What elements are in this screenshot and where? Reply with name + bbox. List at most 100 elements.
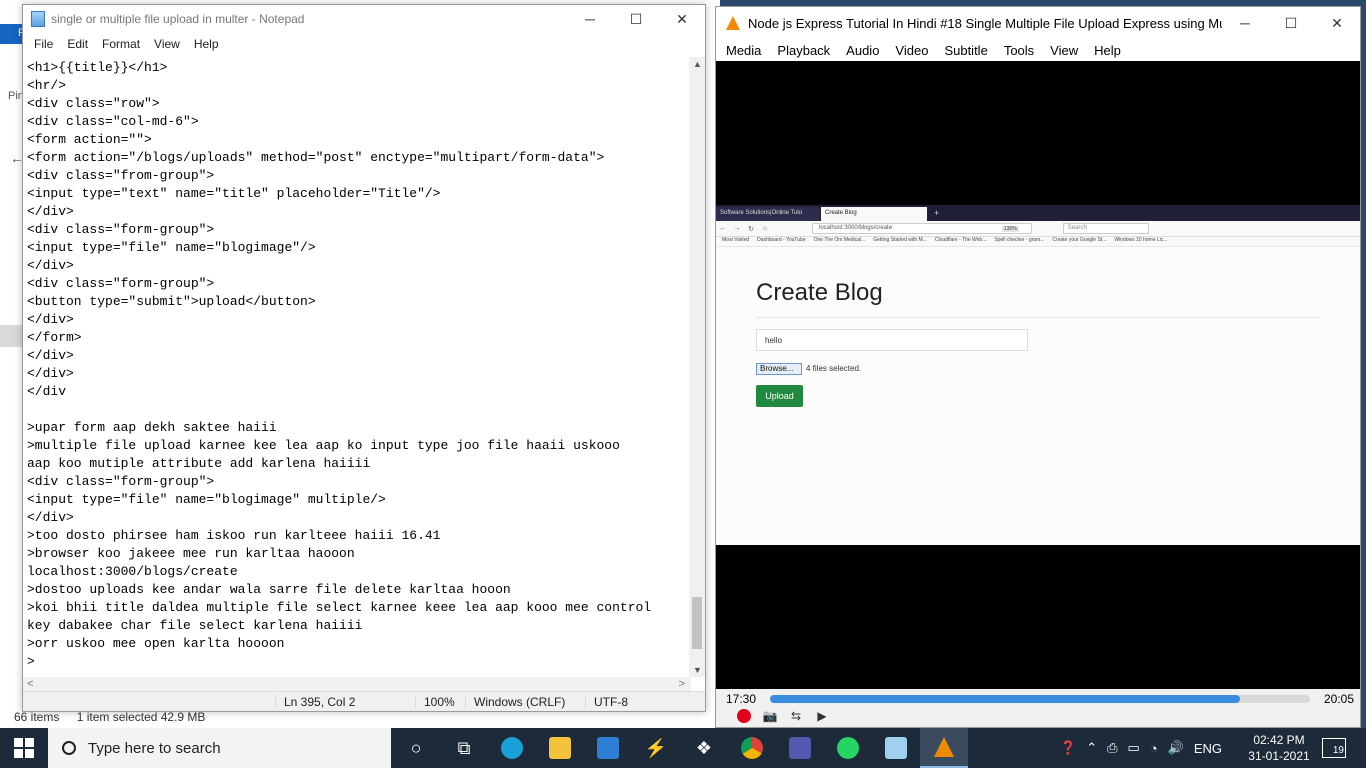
- whatsapp-icon[interactable]: [824, 728, 872, 768]
- editor-line[interactable]: [27, 401, 691, 419]
- frame-bookmark: Create your Google St...: [1052, 237, 1107, 243]
- vlc-menu-media[interactable]: Media: [718, 43, 769, 58]
- editor-line[interactable]: >multiple file upload karnee kee lea aap…: [27, 437, 691, 455]
- menu-edit[interactable]: Edit: [60, 37, 95, 51]
- editor-line[interactable]: <div class="form-group">: [27, 275, 691, 293]
- editor-line[interactable]: <input type="text" name="title" placehol…: [27, 185, 691, 203]
- editor-line[interactable]: <div class="col-md-6">: [27, 113, 691, 131]
- menu-view[interactable]: View: [147, 37, 187, 51]
- editor-line[interactable]: >koi bhii title daldea multiple file sel…: [27, 599, 691, 617]
- editor-line[interactable]: <hr/>: [27, 77, 691, 95]
- menu-help[interactable]: Help: [187, 37, 226, 51]
- scroll-down-icon[interactable]: ▼: [693, 665, 702, 675]
- video-area[interactable]: Software Solutions|Online Tuto Create Bl…: [716, 61, 1360, 689]
- maximize-button[interactable]: ☐: [613, 5, 659, 33]
- editor-line[interactable]: >upar form aap dekh saktee haiii: [27, 419, 691, 437]
- editor-line[interactable]: <input type="file" name="blogimage" mult…: [27, 491, 691, 509]
- notepad-text-area[interactable]: <h1>{{title}}</h1> <hr/> <div class="row">…: [23, 57, 691, 677]
- editor-line[interactable]: <div class="row">: [27, 95, 691, 113]
- editor-line[interactable]: >too dosto phirsee ham iskoo run karltee…: [27, 527, 691, 545]
- vertical-scrollbar[interactable]: ▲ ▼: [689, 57, 705, 677]
- vlc-maximize-button[interactable]: ☐: [1268, 9, 1314, 37]
- editor-line[interactable]: </div>: [27, 365, 691, 383]
- editor-line[interactable]: <form action="/blogs/uploads" method="po…: [27, 149, 691, 167]
- editor-line[interactable]: </form>: [27, 329, 691, 347]
- mail-icon[interactable]: [584, 728, 632, 768]
- editor-line[interactable]: <form action="">: [27, 131, 691, 149]
- scrollbar-thumb[interactable]: [692, 597, 702, 649]
- editor-line[interactable]: <div class="form-group">: [27, 221, 691, 239]
- editor-line[interactable]: <h1>{{title}}</h1>: [27, 59, 691, 77]
- search-icon: [62, 741, 76, 755]
- frame-url: localhost:3000/blogs/create: [812, 223, 1032, 234]
- taskbar-search[interactable]: Type here to search: [48, 728, 391, 768]
- heading-rule: [756, 317, 1320, 318]
- vlc-menu-view[interactable]: View: [1042, 43, 1086, 58]
- vlc-menu-help[interactable]: Help: [1086, 43, 1129, 58]
- vlc-menu-playback[interactable]: Playback: [769, 43, 838, 58]
- task-view-icon[interactable]: ⧉: [440, 728, 488, 768]
- notification-center-button[interactable]: 19: [1322, 738, 1346, 758]
- vlc-taskbar-icon[interactable]: [920, 728, 968, 768]
- start-button[interactable]: [14, 738, 34, 758]
- editor-line[interactable]: <div class="from-group">: [27, 167, 691, 185]
- vlc-menu-tools[interactable]: Tools: [996, 43, 1042, 58]
- vlc-titlebar[interactable]: Node js Express Tutorial In Hindi #18 Si…: [716, 7, 1360, 39]
- editor-line[interactable]: </div>: [27, 311, 691, 329]
- editor-line[interactable]: </div: [27, 383, 691, 401]
- editor-line[interactable]: <button type="submit">upload</button>: [27, 293, 691, 311]
- editor-line[interactable]: </div>: [27, 203, 691, 221]
- notification-count: 19: [1332, 745, 1344, 756]
- teams-icon[interactable]: [776, 728, 824, 768]
- create-blog-heading: Create Blog: [756, 279, 883, 306]
- editor-line[interactable]: </div>: [27, 509, 691, 527]
- seek-progress[interactable]: [770, 695, 1241, 703]
- editor-line[interactable]: aap koo mutiple attribute add karlena ha…: [27, 455, 691, 473]
- volume-icon[interactable]: 🔊: [1168, 740, 1184, 756]
- chrome-icon[interactable]: [728, 728, 776, 768]
- tray-chevron-icon[interactable]: ⌃: [1086, 740, 1097, 756]
- editor-line[interactable]: >browser koo jakeee mee run karltaa haoo…: [27, 545, 691, 563]
- frame-step-button[interactable]: ▶: [812, 707, 832, 725]
- scroll-left-icon[interactable]: <: [27, 678, 33, 690]
- close-button[interactable]: ✕: [659, 5, 705, 33]
- battery-icon[interactable]: ▭: [1128, 740, 1140, 756]
- edge-icon[interactable]: [488, 728, 536, 768]
- menu-format[interactable]: Format: [95, 37, 147, 51]
- zoom-level: 100%: [415, 695, 455, 709]
- loop-ab-button[interactable]: ⇆: [786, 707, 806, 725]
- scroll-right-icon[interactable]: >: [679, 678, 685, 690]
- editor-line[interactable]: >: [27, 653, 691, 671]
- vlc-menu-video[interactable]: Video: [887, 43, 936, 58]
- notepad-taskbar-icon[interactable]: [872, 728, 920, 768]
- minimize-button[interactable]: ─: [567, 5, 613, 33]
- help-icon[interactable]: ❓: [1060, 740, 1076, 756]
- vlc-minimize-button[interactable]: ─: [1222, 9, 1268, 37]
- editor-line[interactable]: <input type="file" name="blogimage"/>: [27, 239, 691, 257]
- dropbox-icon[interactable]: ❖: [680, 728, 728, 768]
- frame-home-icon: ⌂: [762, 225, 768, 232]
- wifi-icon[interactable]: ◔: [1150, 741, 1158, 756]
- editor-line[interactable]: key dabakee char file select karlena hai…: [27, 617, 691, 635]
- editor-line[interactable]: <div class="form-group">: [27, 473, 691, 491]
- snapshot-button[interactable]: 📷: [760, 707, 780, 725]
- clock[interactable]: 02:42 PM 31-01-2021: [1246, 732, 1312, 764]
- lightning-app-icon[interactable]: ⚡: [632, 728, 680, 768]
- editor-line[interactable]: </div>: [27, 257, 691, 275]
- menu-file[interactable]: File: [27, 37, 60, 51]
- cortana-icon[interactable]: ○: [392, 728, 440, 768]
- device-icon[interactable]: ⎙: [1107, 740, 1117, 756]
- explorer-ribbon-tab[interactable]: F: [0, 24, 25, 44]
- language-indicator[interactable]: ENG: [1194, 741, 1222, 756]
- editor-line[interactable]: >dostoo uploads kee andar wala sarre fil…: [27, 581, 691, 599]
- record-button[interactable]: [734, 707, 754, 725]
- vlc-menu-subtitle[interactable]: Subtitle: [936, 43, 995, 58]
- scroll-up-icon[interactable]: ▲: [693, 59, 702, 69]
- vlc-close-button[interactable]: ✕: [1314, 9, 1360, 37]
- file-explorer-icon[interactable]: [536, 728, 584, 768]
- vlc-menu-audio[interactable]: Audio: [838, 43, 887, 58]
- editor-line[interactable]: >orr uskoo mee open karlta hoooon: [27, 635, 691, 653]
- editor-line[interactable]: localhost:3000/blogs/create: [27, 563, 691, 581]
- notepad-titlebar[interactable]: single or multiple file upload in multer…: [23, 5, 705, 33]
- editor-line[interactable]: </div>: [27, 347, 691, 365]
